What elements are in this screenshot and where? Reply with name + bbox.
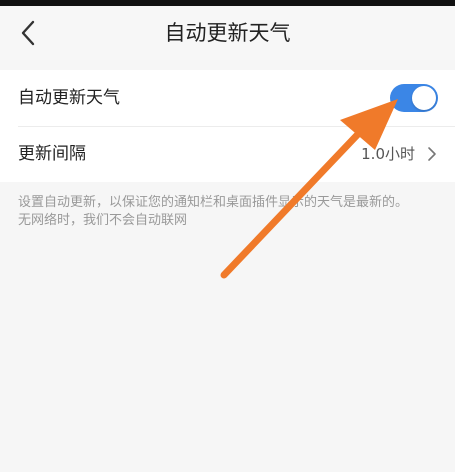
back-button[interactable]: [14, 18, 42, 48]
description-line-1: 设置自动更新，以保证您的通知栏和桌面插件显示的天气是最新的。: [18, 195, 409, 210]
update-interval-row[interactable]: 更新间隔 1.0小时: [0, 126, 455, 182]
update-interval-label: 更新间隔: [18, 144, 86, 164]
chevron-left-icon: [21, 20, 35, 46]
update-interval-value: 1.0小时: [361, 145, 415, 163]
settings-card: 自动更新天气 更新间隔 1.0小时: [0, 70, 455, 182]
page-title: 自动更新天气: [164, 21, 291, 45]
header-bar: 自动更新天气: [0, 6, 455, 60]
toggle-knob: [412, 86, 436, 110]
description-text: 设置自动更新，以保证您的通知栏和桌面插件显示的天气是最新的。 无网络时，我们不会…: [18, 194, 433, 230]
auto-update-label: 自动更新天气: [18, 88, 120, 108]
chevron-right-icon: [428, 147, 436, 161]
auto-update-toggle[interactable]: [390, 84, 438, 112]
auto-update-row: 自动更新天气: [0, 70, 455, 126]
description-line-2: 无网络时，我们不会自动联网: [18, 213, 188, 228]
